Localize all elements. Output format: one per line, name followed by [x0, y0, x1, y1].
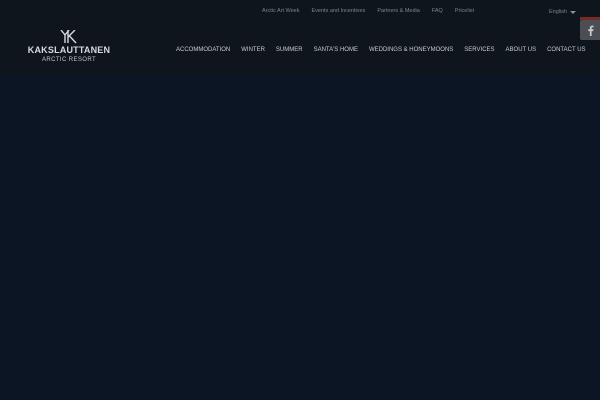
facebook-button[interactable]: [580, 20, 600, 40]
brand-subtitle: ARCTIC RESORT: [41, 57, 97, 63]
nav-item-weddings-honeymoons[interactable]: WEDDINGS & HONEYMOONS: [369, 45, 453, 55]
top-link-partners-media[interactable]: Partners & Media: [377, 7, 420, 17]
nav-item-santas-home[interactable]: SANTA'S HOME: [314, 45, 358, 55]
nav-item-winter[interactable]: WINTER: [241, 45, 265, 55]
site-header: KAKSLAUTTANEN ARCTIC RESORT Arctic Art W…: [0, 0, 600, 75]
main-nav: ACCOMMODATION WINTER SUMMER SANTA'S HOME…: [176, 45, 586, 55]
top-link-pricelist[interactable]: Pricelist: [455, 7, 474, 17]
nav-item-contact-us[interactable]: CONTACT US: [547, 45, 585, 55]
nav-item-services[interactable]: SERVICES: [464, 45, 494, 55]
facebook-icon: [587, 25, 594, 36]
page: KAKSLAUTTANEN ARCTIC RESORT Arctic Art W…: [0, 0, 600, 400]
utility-nav: Arctic Art Week Events and Incentives Pa…: [262, 7, 474, 17]
hero-area: [0, 75, 600, 400]
top-link-arctic-art-week[interactable]: Arctic Art Week: [262, 7, 300, 17]
nav-item-accommodation[interactable]: ACCOMMODATION: [176, 45, 230, 55]
language-label: English: [549, 8, 568, 15]
yk-monogram-icon: [60, 30, 77, 44]
brand-name: KAKSLAUTTANEN: [27, 45, 111, 55]
nav-item-summer[interactable]: SUMMER: [276, 45, 303, 55]
caret-down-icon: [570, 10, 577, 14]
language-selector[interactable]: English: [549, 7, 577, 17]
top-link-faq[interactable]: FAQ: [432, 7, 443, 17]
nav-item-about-us[interactable]: ABOUT US: [506, 45, 537, 55]
top-link-events-incentives[interactable]: Events and Incentives: [312, 7, 366, 17]
